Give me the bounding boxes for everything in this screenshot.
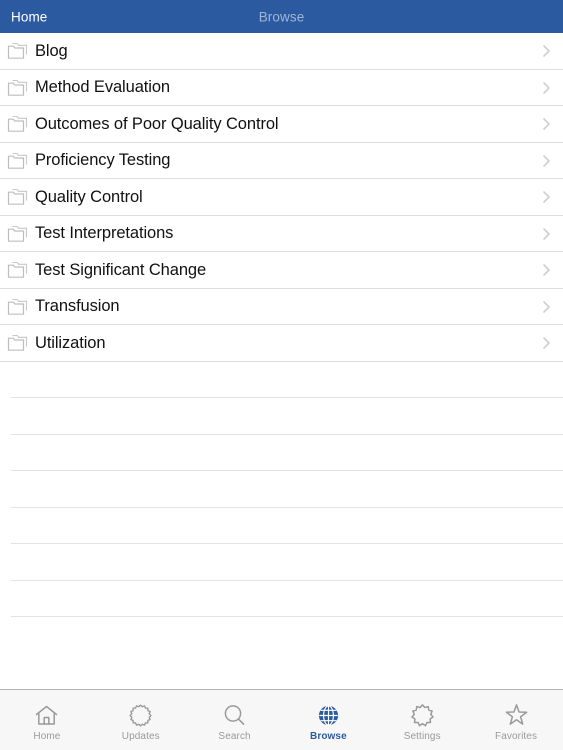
folder-icon xyxy=(7,43,28,60)
gear-icon xyxy=(410,703,434,726)
folder-icon xyxy=(7,335,28,352)
folder-row-label: Utilization xyxy=(35,333,106,352)
folder-row[interactable]: Proficiency Testing xyxy=(0,142,563,179)
tab-favorites[interactable]: Favorites xyxy=(469,690,563,750)
tab-label: Updates xyxy=(121,730,160,742)
house-icon xyxy=(36,705,58,725)
folder-row[interactable]: Utilization xyxy=(0,325,563,362)
magnifier-icon xyxy=(224,704,245,725)
tab-browse[interactable]: Browse xyxy=(281,690,375,750)
tab-settings[interactable]: Settings xyxy=(375,690,469,750)
folder-list[interactable]: Blog Method Evaluation Outcomes of Poor Qu… xyxy=(0,33,563,689)
folder-row-label: Blog xyxy=(35,41,68,60)
folder-row[interactable]: Quality Control xyxy=(0,179,563,216)
chevron-right-icon xyxy=(543,227,550,240)
folder-row[interactable]: Transfusion xyxy=(0,288,563,325)
folder-row-label: Proficiency Testing xyxy=(35,151,171,170)
chevron-right-icon xyxy=(543,81,550,94)
folder-row-label: Test Interpretations xyxy=(35,224,174,243)
empty-row xyxy=(0,580,563,617)
chevron-right-icon xyxy=(543,337,550,350)
tab-label: Browse xyxy=(310,730,347,742)
folder-row-label: Transfusion xyxy=(35,297,120,316)
folder-row[interactable]: Outcomes of Poor Quality Control xyxy=(0,106,563,143)
folder-row-label: Quality Control xyxy=(35,187,143,206)
chevron-right-icon xyxy=(543,154,550,167)
tab-label: Home xyxy=(33,730,61,742)
tab-label: Favorites xyxy=(495,730,538,742)
chevron-right-icon xyxy=(543,300,550,313)
star-icon xyxy=(505,703,527,725)
folder-row-label: Outcomes of Poor Quality Control xyxy=(35,114,279,133)
tab-home[interactable]: Home xyxy=(0,690,94,750)
empty-row xyxy=(0,398,563,435)
chevron-right-icon xyxy=(543,264,550,277)
empty-row xyxy=(0,434,563,471)
folder-icon xyxy=(7,262,28,279)
folder-row-label: Method Evaluation xyxy=(35,78,170,97)
folder-icon xyxy=(7,116,28,133)
folder-row-label: Test Significant Change xyxy=(35,260,207,279)
tab-search[interactable]: Search xyxy=(188,690,282,750)
folder-icon xyxy=(7,298,28,315)
tab-bar: Home Updates Search Browse Settings Favorites xyxy=(0,689,563,750)
folder-icon xyxy=(7,189,28,206)
globe-icon xyxy=(318,704,338,726)
tab-label: Settings xyxy=(403,730,441,742)
navigation-bar: Home Browse xyxy=(0,0,563,33)
tab-updates[interactable]: Updates xyxy=(94,690,188,750)
folder-icon xyxy=(7,152,28,169)
tab-label: Search xyxy=(218,730,251,742)
empty-row xyxy=(0,471,563,508)
cog-icon xyxy=(129,703,152,727)
empty-row xyxy=(0,544,563,581)
chevron-right-icon xyxy=(543,118,550,131)
empty-row xyxy=(0,507,563,544)
chevron-right-icon xyxy=(543,45,550,58)
page-title: Browse xyxy=(258,9,305,24)
folder-row[interactable]: Method Evaluation xyxy=(0,69,563,106)
folder-row[interactable]: Blog xyxy=(0,33,563,70)
chevron-right-icon xyxy=(543,191,550,204)
app-root: Home Browse Blog Method Evaluation Outcome… xyxy=(0,0,563,750)
folder-row[interactable]: Test Interpretations xyxy=(0,215,563,252)
empty-row xyxy=(0,361,563,398)
folder-icon xyxy=(7,225,28,242)
folder-row[interactable]: Test Significant Change xyxy=(0,252,563,289)
folder-icon xyxy=(7,79,28,96)
